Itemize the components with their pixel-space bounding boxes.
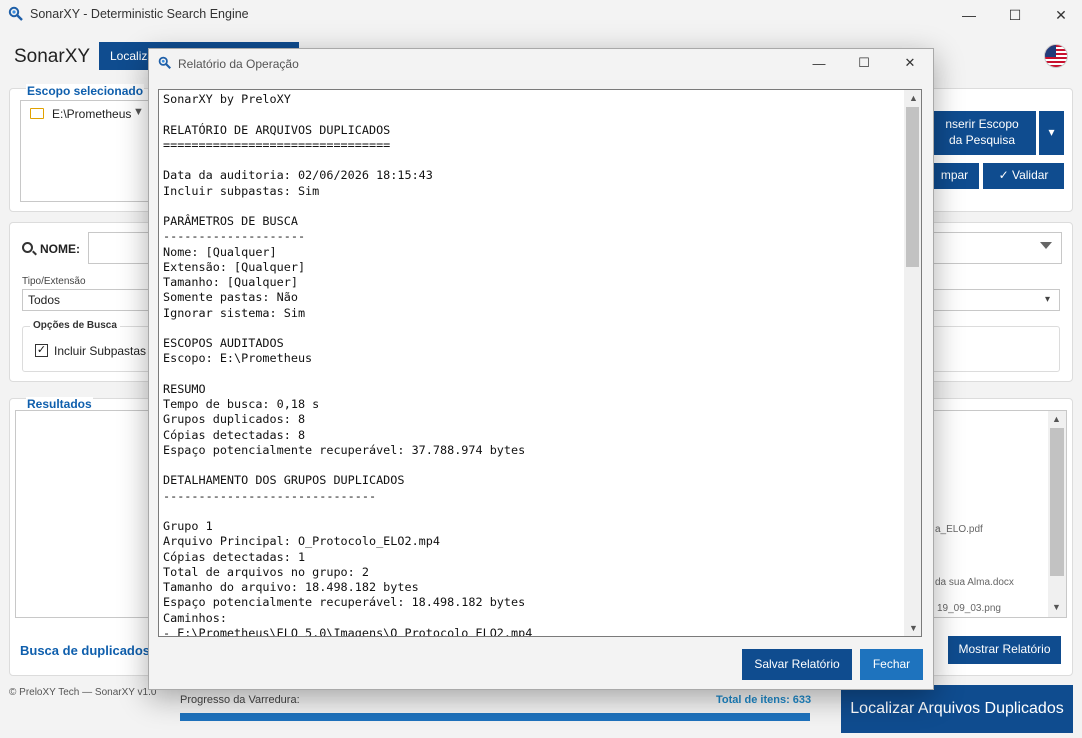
report-line [163, 504, 532, 519]
scope-group-title: Escopo selecionado [26, 84, 145, 98]
report-line: Ignorar sistema: Sim [163, 305, 306, 320]
report-line [163, 367, 532, 382]
report-line: RELATÓRIO DE ARQUIVOS DUPLICADOS [163, 122, 391, 137]
include-subfolders-label[interactable]: Incluir Subpastas [54, 344, 146, 358]
show-report-button[interactable]: Mostrar Relatório [948, 636, 1061, 664]
report-line: Cópias detectadas: 1 [163, 549, 306, 564]
report-line: Somente pastas: Não [163, 290, 298, 305]
window-title: SonarXY - Deterministic Search Engine [30, 7, 249, 21]
find-duplicates-button[interactable]: Localizar Arquivos Duplicados [841, 685, 1073, 733]
report-line: Tamanho: [Qualquer] [163, 275, 298, 289]
report-line: PARÂMETROS DE BUSCA [163, 214, 298, 228]
report-line: Cópias detectadas: 8 [163, 427, 306, 442]
report-line: Escopo: E:\Prometheus [163, 351, 313, 366]
report-line: Data da auditoria: 02/06/2026 18:15:43 [163, 168, 433, 183]
search-icon [22, 242, 33, 253]
progress-label: Progresso da Varredura: [180, 694, 300, 706]
scroll-down-icon[interactable]: ▼ [909, 623, 918, 633]
scroll-down-icon[interactable]: ▼ [1052, 602, 1061, 612]
copyright-text: © PreloXY Tech — SonarXY v1.0 [9, 687, 157, 698]
report-line [163, 199, 532, 214]
report-line: -------------------- [163, 229, 306, 244]
report-line: Grupos duplicados: 8 [163, 412, 306, 427]
list-item[interactable]: a_ELO.pdf [935, 524, 983, 535]
report-line: RESUMO [163, 381, 206, 396]
save-report-button[interactable]: Salvar Relatório [742, 649, 852, 680]
close-dialog-button[interactable]: Fechar [860, 649, 923, 680]
scope-item[interactable]: E:\Prometheus [52, 107, 131, 121]
scroll-up-icon[interactable]: ▲ [909, 93, 918, 103]
report-line [163, 321, 532, 336]
report-line: Espaço potencialmente recuperável: 18.49… [163, 595, 526, 610]
report-line: Arquivo Principal: O_Protocolo_ELO2.mp4 [163, 534, 440, 549]
insert-scope-label: nserir Escopo da Pesquisa [945, 117, 1019, 147]
folder-icon [30, 108, 44, 119]
list-item[interactable]: da sua Alma.docx [935, 577, 1014, 588]
report-line: Extensão: [Qualquer] [163, 259, 306, 274]
insert-scope-dropdown[interactable]: ▾ [1039, 111, 1064, 155]
dialog-close-button[interactable]: ✕ [887, 48, 933, 78]
report-line: SonarXY by PreloXY [163, 92, 291, 106]
search-options-title: Opções de Busca [30, 320, 120, 331]
close-button[interactable]: ✕ [1038, 0, 1082, 30]
name-label: NOME: [40, 242, 80, 256]
report-textarea[interactable]: SonarXY by PreloXY RELATÓRIO DE ARQUIVOS… [158, 89, 922, 637]
sonar-icon [8, 6, 23, 21]
report-line: Espaço potencialmente recuperável: 37.78… [163, 442, 526, 457]
progress-bar [180, 713, 810, 721]
report-scroll-thumb[interactable] [906, 107, 919, 267]
report-line: Caminhos: [163, 610, 227, 625]
report-line [163, 458, 532, 473]
list-item[interactable]: 19_09_03.png [937, 603, 1001, 614]
report-line: Nome: [Qualquer] [163, 244, 277, 259]
maximize-button[interactable]: ☐ [992, 0, 1038, 30]
report-line: Tempo de busca: 0,18 s [163, 397, 320, 411]
scroll-up-icon[interactable]: ▲ [1052, 414, 1061, 424]
report-line: Total de arquivos no grupo: 2 [163, 564, 369, 579]
expand-icon[interactable]: ▼ [133, 106, 144, 118]
us-flag-icon[interactable] [1044, 44, 1068, 68]
report-text: SonarXY by PreloXY RELATÓRIO DE ARQUIVOS… [163, 92, 533, 637]
dialog-title: Relatório da Operação [178, 57, 299, 71]
results-scroll-thumb[interactable] [1050, 428, 1064, 576]
include-subfolders-checkbox[interactable]: ✓ [35, 344, 48, 357]
chevron-down-icon[interactable]: ▾ [1045, 294, 1050, 305]
dialog-maximize-button[interactable]: ☐ [841, 48, 887, 78]
validate-button[interactable]: ✓ Validar [983, 163, 1064, 189]
report-line: Tamanho do arquivo: 18.498.182 bytes [163, 580, 419, 594]
chevron-down-icon[interactable] [1040, 242, 1052, 249]
app-brand: SonarXY [14, 46, 91, 67]
status-text: Busca de duplicados fir [20, 643, 167, 658]
minimize-button[interactable]: — [946, 0, 992, 30]
report-line [163, 153, 532, 168]
sonar-icon [158, 56, 171, 69]
report-line: Incluir subpastas: Sim [163, 183, 320, 198]
type-label: Tipo/Extensão [22, 276, 86, 287]
report-line [163, 107, 532, 122]
report-line: Grupo 1 [163, 519, 213, 533]
results-group-title: Resultados [26, 397, 93, 411]
report-line: ================================ [163, 137, 391, 152]
dialog-minimize-button[interactable]: — [796, 48, 842, 78]
report-line: ESCOPOS AUDITADOS [163, 336, 284, 350]
report-line: DETALHAMENTO DOS GRUPOS DUPLICADOS [163, 473, 405, 488]
report-line: - E:\Prometheus\ELO 5.0\Imagens\O_Protoc… [163, 625, 533, 637]
total-items-label: Total de itens: 633 [716, 694, 812, 706]
report-line: ------------------------------ [163, 488, 377, 503]
